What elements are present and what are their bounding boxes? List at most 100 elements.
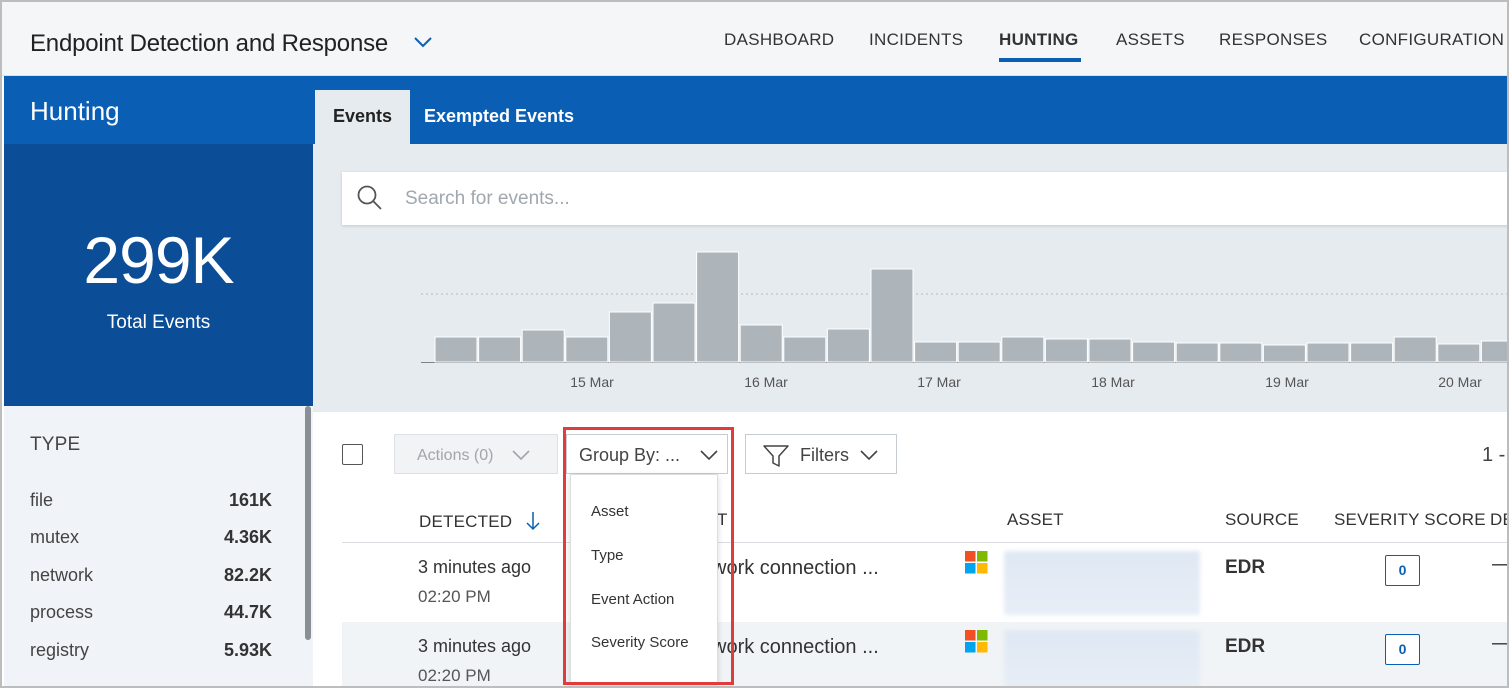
app-title: Endpoint Detection and Response (30, 30, 389, 57)
search-box[interactable] (342, 172, 1507, 225)
type-count: 82.2K (223, 565, 272, 585)
type-name: file (30, 490, 54, 510)
histogram-bar[interactable] (608, 311, 652, 363)
total-events-label: Total Events (106, 312, 211, 333)
chevron-down-icon[interactable] (412, 32, 434, 52)
actions-button[interactable]: Actions (0) (394, 434, 558, 474)
pagination-text: 1 - (1482, 444, 1506, 466)
select-all-checkbox[interactable] (342, 444, 363, 465)
histogram-bar[interactable] (1219, 342, 1263, 363)
sidebar-title: Hunting (30, 96, 120, 126)
chevron-down-icon (860, 450, 878, 461)
active-nav-underline (999, 58, 1081, 62)
x-tick-label: 15 Mar (570, 374, 614, 390)
sidebar-scrollbar[interactable] (305, 406, 311, 640)
app-frame: Endpoint Detection and Response DASHBOAR… (0, 0, 1509, 688)
histogram-bar[interactable] (739, 324, 783, 363)
source-value: EDR (1225, 636, 1266, 657)
x-tick-label: 20 Mar (1438, 374, 1482, 390)
column-header-detected[interactable]: DETECTED (419, 510, 541, 532)
group-by-label: Group By: ... (579, 445, 681, 465)
x-tick-label: 16 Mar (744, 374, 788, 390)
search-input[interactable] (405, 172, 1405, 225)
histogram-bar[interactable] (1001, 336, 1045, 363)
histogram-bar[interactable] (1088, 338, 1132, 363)
event-description: work connection ... (712, 636, 879, 658)
detected-time: 02:20 PM (418, 587, 491, 606)
histogram-bar[interactable] (826, 328, 870, 363)
timeline-panel: 15 Mar 16 Mar 17 Mar 18 Mar 19 Mar 20 Mar (313, 144, 1509, 412)
histogram-bar[interactable] (652, 302, 696, 363)
histogram-bar[interactable] (565, 336, 609, 363)
histogram-bar[interactable] (1350, 342, 1394, 363)
type-name: process (30, 602, 94, 622)
group-by-option-event-action[interactable]: Event Action (591, 591, 674, 608)
x-tick-label: 18 Mar (1091, 374, 1135, 390)
histogram-bar[interactable] (1480, 340, 1509, 363)
group-by-option-asset[interactable]: Asset (591, 503, 629, 520)
x-tick-label: 19 Mar (1265, 374, 1309, 390)
type-facet-panel: TYPE file 161K mutex 4.36K network 82.2K… (4, 406, 313, 686)
histogram-bar[interactable] (1437, 343, 1481, 363)
windows-icon (965, 551, 988, 574)
extra-value: — (1492, 632, 1507, 655)
histogram-bar[interactable] (1262, 344, 1306, 363)
detected-time: 02:20 PM (418, 666, 491, 685)
sort-down-icon[interactable] (525, 510, 541, 532)
total-events-panel: 299K Total Events (4, 144, 313, 406)
histogram-bar[interactable] (783, 336, 827, 363)
detected-relative: 3 minutes ago (418, 636, 532, 656)
type-name: network (30, 565, 94, 585)
asset-name-redacted[interactable] (1004, 551, 1200, 615)
type-count: 161K (228, 490, 272, 510)
severity-badge[interactable]: 0 (1385, 555, 1420, 586)
column-header-source[interactable]: SOURCE (1225, 510, 1299, 530)
filters-button[interactable]: Filters (745, 434, 897, 474)
histogram-bar[interactable] (957, 341, 1001, 363)
severity-badge[interactable]: 0 (1385, 634, 1420, 665)
filter-icon (763, 445, 789, 467)
group-by-select[interactable]: Group By: ... (566, 434, 728, 474)
actions-label: Actions (0) (417, 447, 494, 464)
histogram-bar[interactable] (1306, 342, 1350, 363)
chevron-down-icon (700, 450, 718, 461)
top-header: Endpoint Detection and Response DASHBOAR… (2, 2, 1507, 76)
group-by-option-type[interactable]: Type (591, 547, 624, 564)
histogram-bar[interactable] (914, 341, 958, 363)
table-row[interactable]: 3 minutes ago 02:20 PM work connection .… (342, 543, 1507, 621)
nav-dashboard[interactable]: DASHBOARD (724, 30, 834, 50)
histogram-bar[interactable] (870, 268, 914, 363)
histogram-bar[interactable] (1044, 338, 1088, 363)
chevron-down-icon (512, 450, 530, 461)
histogram-bar[interactable] (696, 251, 740, 363)
tab-events[interactable]: Events (315, 90, 411, 144)
histogram-bar[interactable] (434, 336, 478, 363)
histogram-bar[interactable] (478, 336, 522, 363)
nav-assets[interactable]: ASSETS (1116, 30, 1185, 50)
column-header-event[interactable]: T (717, 510, 728, 530)
nav-responses[interactable]: RESPONSES (1219, 30, 1328, 50)
histogram-bar[interactable] (1393, 336, 1437, 363)
detected-relative: 3 minutes ago (418, 557, 532, 577)
type-name: registry (30, 640, 90, 660)
type-count: 4.36K (223, 527, 272, 547)
x-tick-label: 17 Mar (917, 374, 961, 390)
windows-icon (965, 630, 988, 653)
histogram-bar[interactable] (1132, 341, 1176, 363)
sidebar-header: Hunting (4, 76, 313, 144)
table-row[interactable]: 3 minutes ago 02:20 PM work connection .… (342, 622, 1507, 686)
group-by-dropdown: Asset Type Event Action Severity Score (570, 474, 718, 684)
histogram-bar[interactable] (521, 329, 565, 363)
nav-incidents[interactable]: INCIDENTS (869, 30, 963, 50)
column-label: DETECTED (419, 512, 513, 531)
histogram-bar[interactable] (1175, 342, 1219, 363)
nav-configuration[interactable]: CONFIGURATION (1359, 30, 1504, 50)
column-header-severity-score[interactable]: SEVERITY SCORE (1334, 510, 1486, 530)
column-header-asset[interactable]: ASSET (1007, 510, 1064, 530)
group-by-option-severity-score[interactable]: Severity Score (591, 634, 689, 651)
nav-hunting[interactable]: HUNTING (999, 30, 1079, 50)
total-events-value: 299K (83, 223, 234, 297)
tab-exempted-events[interactable]: Exempted Events (406, 90, 592, 144)
asset-name-redacted[interactable] (1004, 630, 1200, 686)
column-header-extra[interactable]: DET (1490, 510, 1507, 530)
